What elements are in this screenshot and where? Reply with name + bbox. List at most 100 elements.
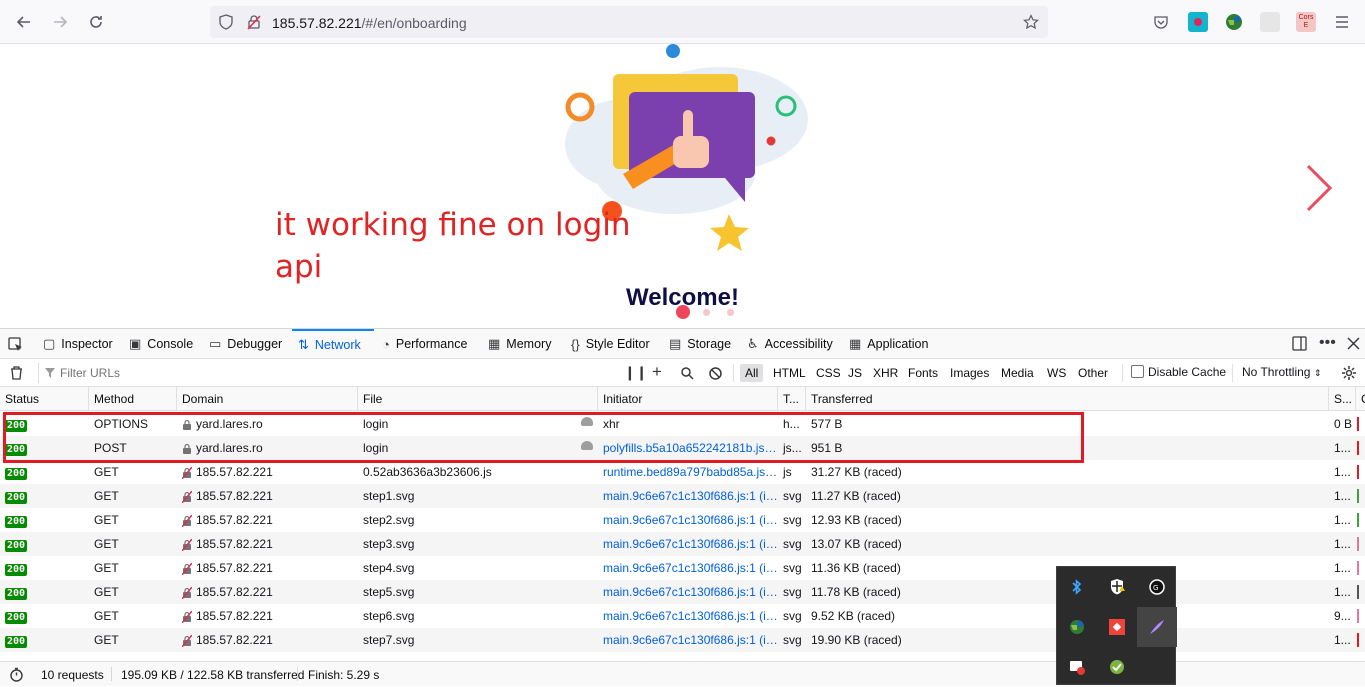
shield-icon[interactable] [218,14,234,30]
cell-file: step1.svg [363,489,415,503]
cell-initiator[interactable]: main.9c6e67c1c130f686.js:1 (img) [598,532,778,556]
add-icon[interactable]: + [652,362,662,382]
reload-button[interactable] [84,10,108,34]
storage-icon: ▤ [669,336,682,351]
clear-trash-icon[interactable] [10,366,23,380]
column-transferred[interactable]: Transferred [806,387,1329,411]
cell-size: 1... [1334,561,1351,575]
filter-type-ws[interactable]: WS [1042,364,1071,382]
tab-network[interactable]: ⇅ Network [292,329,374,359]
column-initiator[interactable]: Initiator [598,387,778,411]
filter-type-fonts[interactable]: Fonts [903,364,943,382]
dock-side-icon[interactable] [1292,336,1307,351]
more-options-icon[interactable]: ••• [1319,334,1336,352]
cell-initiator[interactable]: main.9c6e67c1c130f686.js:1 (img) [598,484,778,508]
filter-type-css[interactable]: CSS [811,364,846,382]
filter-type-js[interactable]: JS [843,364,867,382]
cell-initiator[interactable]: main.9c6e67c1c130f686.js:1 (img) [598,508,778,532]
cell-initiator[interactable]: main.9c6e67c1c130f686.js:1 (img) [598,628,778,652]
domain-text: 185.57.82.221 [196,489,273,503]
url-text[interactable]: 185.57.82.221/#/en/onboarding [272,15,467,31]
anydesk-icon[interactable] [1097,607,1137,647]
globe-app-icon[interactable] [1057,607,1097,647]
throttling-select[interactable]: No Throttling ⇕ [1242,365,1321,379]
divider [111,667,112,681]
security-shield-icon[interactable] [1097,567,1137,607]
cell-initiator[interactable]: runtime.bed89a797babd85a.js:... [598,460,778,484]
back-button[interactable] [12,10,36,34]
divider [297,667,298,681]
cell-size: 1... [1334,537,1351,551]
extension-grid-icon[interactable] [1260,12,1280,32]
column-status[interactable]: Status [0,387,89,411]
filter-type-xhr[interactable]: XHR [868,364,903,382]
tab-application[interactable]: ▦ Application [849,329,928,359]
column-file[interactable]: File [358,387,598,411]
forward-button[interactable] [48,10,72,34]
extension-cors-icon[interactable]: Cors E [1296,12,1316,32]
column-method[interactable]: Method [89,387,177,411]
search-icon[interactable] [681,367,694,380]
close-devtools-icon[interactable] [1347,337,1360,350]
table-row[interactable]: 200 GET 185.57.82.221 step2.svg main.9c6e67c… [0,508,1365,532]
extension-screenshot-icon[interactable] [1188,12,1208,32]
performance-icon: ◔ [382,336,390,352]
check-app-icon[interactable] [1097,647,1137,687]
next-slide-icon[interactable] [1302,162,1334,214]
cell-type: svg [783,513,802,527]
filter-type-all[interactable]: All [740,364,764,382]
filter-type-media[interactable]: Media [996,364,1039,382]
pocket-icon[interactable] [1153,14,1169,30]
column-waterfall[interactable]: C [1356,387,1365,411]
annotation-text: it working fine on login api [275,207,631,285]
carousel-dot[interactable] [703,309,710,316]
filter-funnel-icon [45,368,55,378]
bluetooth-icon[interactable] [1057,567,1097,607]
menu-icon[interactable] [1335,15,1349,29]
cell-initiator[interactable]: main.9c6e67c1c130f686.js:1 (img) [598,556,778,580]
block-icon[interactable] [709,367,722,380]
table-row[interactable]: 200 GET 185.57.82.221 0.52ab3636a3b23606.js… [0,460,1365,484]
tab-console[interactable]: ▣ Console [129,329,193,359]
tab-inspector[interactable]: ▢ Inspector [43,329,113,359]
status-badge: 200 [5,588,28,600]
forward-arrow-icon [54,16,68,28]
tab-label: Debugger [227,337,283,351]
tab-accessibility[interactable]: ♿ Accessibility [747,329,833,359]
table-row[interactable]: 200 GET 185.57.82.221 step1.svg main.9c6e67c… [0,484,1365,508]
carousel-dot[interactable] [727,309,734,316]
disable-cache-checkbox[interactable] [1131,365,1144,378]
tab-label: Inspector [61,337,113,351]
feather-app-icon[interactable] [1137,607,1177,647]
app-circle-icon[interactable]: G [1137,567,1177,607]
back-arrow-icon [16,16,30,28]
settings-gear-icon[interactable] [1341,365,1357,381]
element-picker-icon[interactable] [8,337,23,352]
stopwatch-icon[interactable] [9,667,24,682]
bookmark-star-icon[interactable] [1023,14,1039,30]
filter-type-html[interactable]: HTML [768,364,811,382]
pause-icon[interactable]: ❙❙ [624,364,647,381]
tab-debugger[interactable]: ▭ Debugger [209,329,282,359]
tab-performance[interactable]: ◔ Performance [382,329,467,359]
extension-globe-icon[interactable] [1224,12,1244,32]
cell-status: 200 [0,580,89,604]
tab-memory[interactable]: ▦ Memory [488,329,551,359]
tab-style-editor[interactable]: {} Style Editor [571,329,650,359]
cell-initiator[interactable]: main.9c6e67c1c130f686.js:1 (img) [598,604,778,628]
notification-app-icon[interactable] [1057,647,1097,687]
table-row[interactable]: 200 GET 185.57.82.221 step3.svg main.9c6e67c… [0,532,1365,556]
tab-storage[interactable]: ▤ Storage [669,329,731,359]
column-type[interactable]: T... [778,387,806,411]
filter-type-other[interactable]: Other [1073,364,1113,382]
column-size[interactable]: S... [1329,387,1356,411]
filter-urls-input[interactable]: Filter URLs [38,363,613,383]
url-bar[interactable]: 185.57.82.221/#/en/onboarding [210,6,1048,38]
carousel-dot-active[interactable] [676,305,690,319]
filter-type-images[interactable]: Images [945,364,994,382]
insecure-lock-icon[interactable] [246,14,262,30]
cell-status: 200 [0,460,89,484]
column-domain[interactable]: Domain [177,387,358,411]
status-badge: 200 [5,468,28,480]
cell-initiator[interactable]: main.9c6e67c1c130f686.js:1 (img) [598,580,778,604]
